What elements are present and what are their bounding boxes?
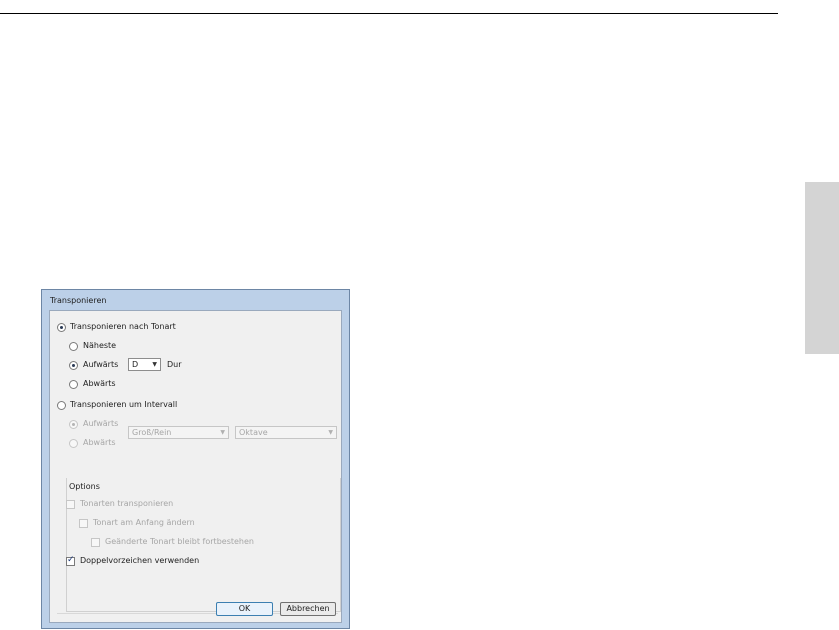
transpose-by-key-label[interactable]: Transponieren nach Tonart xyxy=(70,322,176,332)
dialog-client-area: Transponieren nach Tonart Näheste Aufwär… xyxy=(49,310,342,623)
chevron-down-icon: ▼ xyxy=(328,429,333,436)
key-select-value: D xyxy=(132,360,139,369)
transpose-by-interval-radio[interactable] xyxy=(57,401,66,410)
interval-up-radio[interactable] xyxy=(69,420,78,429)
key-down-radio[interactable] xyxy=(69,380,78,389)
page-side-tab xyxy=(805,182,839,354)
change-key-at-start-checkbox[interactable] xyxy=(79,519,88,528)
nearest-radio[interactable] xyxy=(69,342,78,351)
ok-button[interactable]: OK xyxy=(216,602,273,616)
dialog-title: Transponieren xyxy=(50,296,107,305)
transpose-dialog: Transponieren Transponieren nach Tonart … xyxy=(41,289,350,629)
mode-label: Dur xyxy=(167,360,182,369)
cancel-button[interactable]: Abbrechen xyxy=(280,602,336,616)
key-up-label[interactable]: Aufwärts xyxy=(83,360,118,370)
change-key-at-start-label[interactable]: Tonart am Anfang ändern xyxy=(93,518,195,528)
key-up-radio[interactable] xyxy=(69,361,78,370)
double-accidentals-label[interactable]: Doppelvorzeichen verwenden xyxy=(80,556,199,566)
double-accidentals-checkbox[interactable] xyxy=(66,555,75,566)
transpose-by-key-radio[interactable] xyxy=(57,323,66,332)
interval-quality-select[interactable]: Groß/Rein ▼ xyxy=(128,426,229,439)
transpose-keys-checkbox[interactable] xyxy=(66,500,75,509)
interval-select[interactable]: Oktave ▼ xyxy=(235,426,337,439)
interval-up-label[interactable]: Aufwärts xyxy=(83,419,118,429)
interval-quality-value: Groß/Rein xyxy=(132,428,172,437)
chevron-down-icon: ▼ xyxy=(152,361,157,368)
options-group-title: Options xyxy=(69,482,100,491)
changed-key-persists-checkbox[interactable] xyxy=(91,538,100,547)
key-select[interactable]: D ▼ xyxy=(128,358,161,371)
changed-key-persists-label[interactable]: Geänderte Tonart bleibt fortbestehen xyxy=(105,537,254,547)
key-down-label[interactable]: Abwärts xyxy=(83,379,116,389)
interval-value: Oktave xyxy=(239,428,268,437)
transpose-keys-label[interactable]: Tonarten transponieren xyxy=(80,499,173,509)
chevron-down-icon: ▼ xyxy=(220,429,225,436)
nearest-label[interactable]: Näheste xyxy=(83,341,116,351)
interval-down-label[interactable]: Abwärts xyxy=(83,438,116,448)
interval-down-radio[interactable] xyxy=(69,439,78,448)
page-top-rule xyxy=(0,13,778,14)
transpose-by-interval-label[interactable]: Transponieren um Intervall xyxy=(70,400,177,410)
